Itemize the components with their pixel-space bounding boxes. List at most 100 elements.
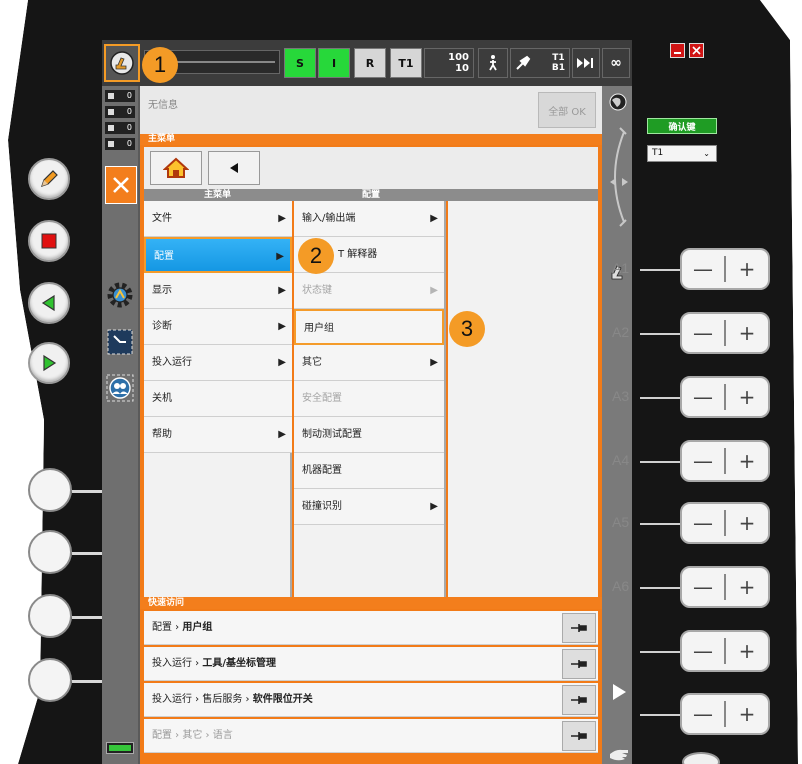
menu-item-help[interactable]: 帮助 ▶ bbox=[144, 417, 292, 453]
tool-top: T1 bbox=[552, 53, 565, 63]
robot-icon bbox=[110, 51, 134, 75]
globe-button[interactable] bbox=[608, 92, 628, 112]
submenu-arrow-icon: ▶ bbox=[430, 501, 438, 512]
submenu-item-collision-detection[interactable]: 碰撞识别 ▶ bbox=[294, 489, 444, 525]
quick-access-item[interactable]: 配置 › 其它 › 语言 bbox=[144, 719, 598, 753]
r-label: R bbox=[365, 56, 375, 70]
main-menu-panel: 主菜单 配置 文件 ▶ 配置 ▶ 显示 ▶ 诊断 ▶ 投入运行 ▶ 关机 帮助 ▶ 输入/输… bbox=[140, 145, 602, 597]
tool-base-status[interactable]: T1 B1 bbox=[510, 48, 570, 78]
minimize-button[interactable] bbox=[670, 43, 685, 58]
axis-connector bbox=[640, 461, 684, 463]
quick-access-panel: 配置 › 用户组 投入运行 › 工具/基坐标管理 投入运行 › 售后服务 › 软… bbox=[140, 609, 602, 764]
jog-key-a5[interactable]: — + bbox=[680, 502, 770, 544]
axis-connector bbox=[640, 333, 684, 335]
incremental-status[interactable] bbox=[572, 48, 600, 78]
function-key-1[interactable] bbox=[28, 468, 72, 512]
left-sidebar: 0 0 0 0 bbox=[102, 86, 138, 764]
function-key-3[interactable] bbox=[28, 594, 72, 638]
edit-key[interactable] bbox=[28, 158, 70, 200]
back-button[interactable] bbox=[208, 151, 260, 185]
start-button[interactable] bbox=[610, 682, 628, 702]
key-stub bbox=[72, 490, 104, 493]
minus-icon[interactable]: — bbox=[682, 632, 724, 670]
minus-icon[interactable]: — bbox=[682, 504, 724, 542]
jog-key-a6[interactable]: — + bbox=[680, 566, 770, 608]
start-backward-key[interactable] bbox=[28, 282, 70, 324]
override-status[interactable]: 100 10 bbox=[424, 48, 474, 78]
operating-mode-status[interactable]: T1 bbox=[390, 48, 422, 78]
quick-access-item[interactable]: 投入运行 › 售后服务 › 软件限位开关 bbox=[144, 683, 598, 717]
axis-label-a3: A3 bbox=[612, 388, 630, 404]
menu-item-start-up[interactable]: 投入运行 ▶ bbox=[144, 345, 292, 381]
close-menu-button[interactable] bbox=[105, 166, 137, 204]
minus-icon[interactable]: — bbox=[682, 250, 724, 288]
minus-icon[interactable]: — bbox=[682, 314, 724, 352]
message-text: 无信息 bbox=[148, 100, 178, 111]
menu-item-configuration[interactable]: 配置 ▶ bbox=[144, 237, 292, 273]
i-label: I bbox=[331, 56, 337, 70]
settings-button[interactable] bbox=[104, 278, 136, 312]
hand-button[interactable] bbox=[608, 746, 630, 762]
jog-key-a2[interactable]: — + bbox=[680, 312, 770, 354]
callout-2: 2 bbox=[298, 238, 334, 274]
minus-icon[interactable]: — bbox=[682, 695, 724, 733]
main-menu-header: 主菜单 bbox=[140, 134, 602, 145]
pin-button[interactable] bbox=[562, 721, 596, 751]
submenu-item-other[interactable]: 其它 ▶ bbox=[294, 345, 444, 381]
plus-icon[interactable]: + bbox=[726, 504, 768, 542]
plus-icon[interactable]: + bbox=[726, 442, 768, 480]
menu-item-diagnosis[interactable]: 诊断 ▶ bbox=[144, 309, 292, 345]
start-forward-key[interactable] bbox=[28, 342, 70, 384]
submenu-item-io[interactable]: 输入/输出端 ▶ bbox=[294, 201, 444, 237]
submit-interpreter-status[interactable]: S bbox=[284, 48, 316, 78]
jog-key-a1[interactable]: — + bbox=[680, 248, 770, 290]
menu-item-file[interactable]: 文件 ▶ bbox=[144, 201, 292, 237]
plus-icon[interactable]: + bbox=[726, 314, 768, 352]
walking-person-icon bbox=[489, 55, 497, 71]
plus-icon[interactable]: + bbox=[726, 250, 768, 288]
plus-icon[interactable]: + bbox=[726, 632, 768, 670]
close-window-button[interactable] bbox=[689, 43, 704, 58]
pin-button[interactable] bbox=[562, 613, 596, 643]
submenu-item-machine-config[interactable]: 机器配置 bbox=[294, 453, 444, 489]
jog-key-7[interactable]: — + bbox=[680, 630, 770, 672]
pin-button[interactable] bbox=[562, 649, 596, 679]
drives-status[interactable]: I bbox=[318, 48, 350, 78]
quick-access-item[interactable]: 投入运行 › 工具/基坐标管理 bbox=[144, 647, 598, 681]
function-key-4[interactable] bbox=[28, 658, 72, 702]
submenu-item-user-group[interactable]: 用户组 bbox=[294, 309, 444, 345]
pin-icon bbox=[571, 732, 587, 740]
submenu-item-status-keys: 状态键 ▶ bbox=[294, 273, 444, 309]
program-button[interactable] bbox=[104, 326, 136, 358]
ack-all-button[interactable]: 全部 OK bbox=[538, 92, 596, 128]
plus-icon[interactable]: + bbox=[726, 378, 768, 416]
submenu-arrow-icon: ▶ bbox=[430, 357, 438, 368]
enable-button[interactable]: 确认键 bbox=[647, 118, 717, 134]
robot-interpreter-status[interactable]: R bbox=[354, 48, 386, 78]
battery-indicator bbox=[106, 742, 134, 754]
pin-button[interactable] bbox=[562, 685, 596, 715]
quick-access-item[interactable]: 配置 › 用户组 bbox=[144, 611, 598, 645]
run-mode-status[interactable] bbox=[478, 48, 508, 78]
jog-key-8[interactable]: — + bbox=[680, 693, 770, 735]
menu-column-header: 主菜单 配置 bbox=[144, 189, 598, 201]
stop-key[interactable] bbox=[28, 220, 70, 262]
mode-select[interactable]: T1 ⌄ bbox=[647, 145, 717, 162]
minus-icon[interactable]: — bbox=[682, 378, 724, 416]
plus-icon[interactable]: + bbox=[726, 695, 768, 733]
menu-item-display[interactable]: 显示 ▶ bbox=[144, 273, 292, 309]
plus-icon[interactable]: + bbox=[726, 568, 768, 606]
submenu-item-brake-test[interactable]: 制动测试配置 bbox=[294, 417, 444, 453]
robot-button[interactable] bbox=[104, 44, 140, 82]
home-button[interactable] bbox=[150, 151, 202, 185]
jog-mode-status[interactable]: ∞ bbox=[602, 48, 630, 78]
jog-key-a3[interactable]: — + bbox=[680, 376, 770, 418]
minus-icon[interactable]: — bbox=[682, 442, 724, 480]
axis-connector bbox=[640, 397, 684, 399]
jog-key-a4[interactable]: — + bbox=[680, 440, 770, 482]
menu-item-shutdown[interactable]: 关机 bbox=[144, 381, 292, 417]
minus-icon[interactable]: — bbox=[682, 568, 724, 606]
user-group-icon bbox=[106, 374, 134, 402]
user-button[interactable] bbox=[104, 372, 136, 404]
function-key-2[interactable] bbox=[28, 530, 72, 574]
